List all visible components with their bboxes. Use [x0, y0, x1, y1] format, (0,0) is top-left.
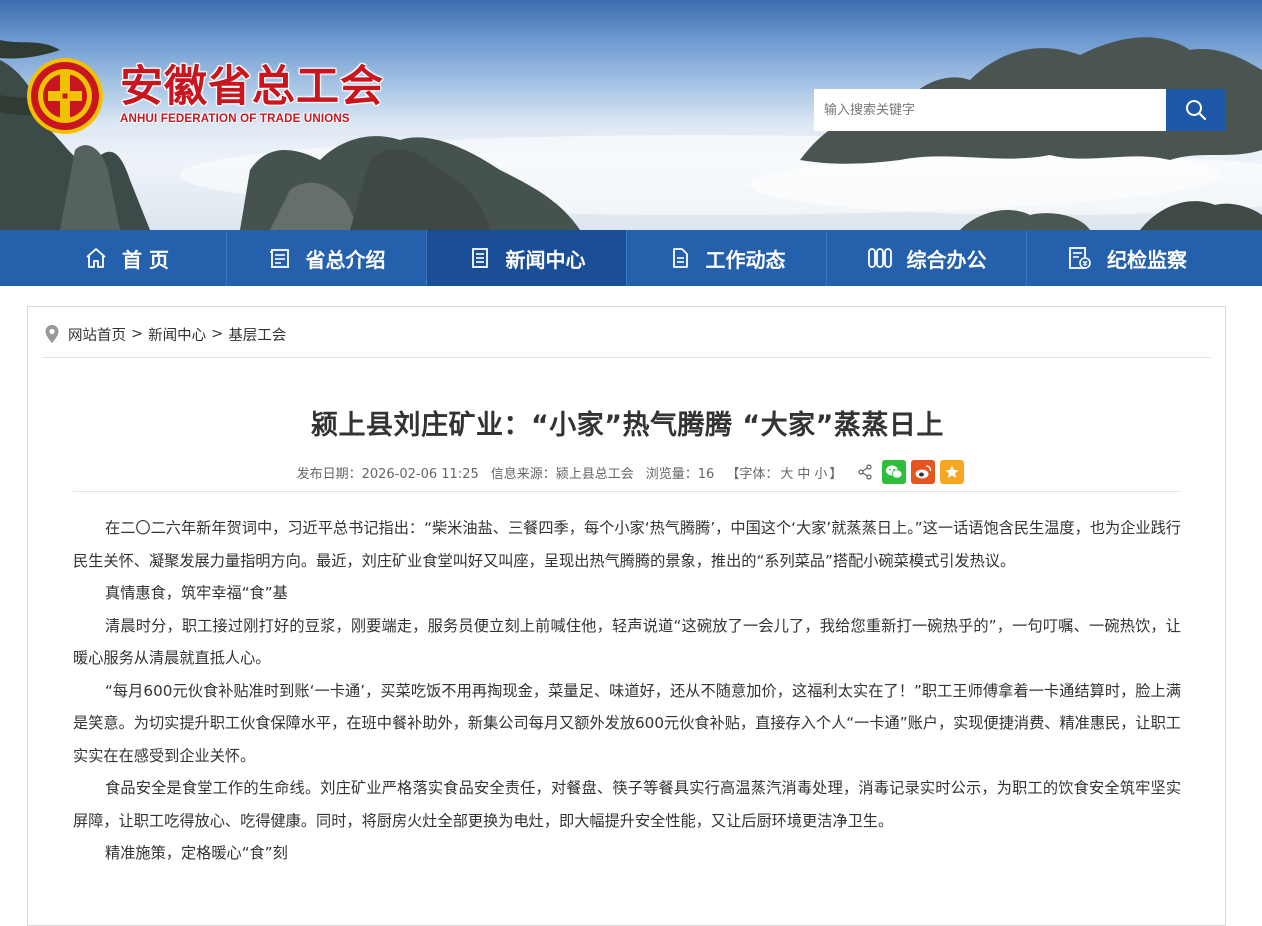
article-subheading: 真情惠食，筑牢幸福“食”基 [105, 584, 288, 602]
article-paragraph: 清晨时分，职工接过刚打好的豆浆，刚要端走，服务员便立刻上前喊住他，轻声说道“这碗… [73, 616, 1181, 668]
wechat-icon [886, 465, 903, 479]
share-weibo-button[interactable] [911, 460, 936, 484]
org-name-en: ANHUI FEDERATION OF TRADE UNIONS [120, 113, 350, 125]
view-count: 浏览量：16 [645, 466, 715, 482]
article-title: 颍上县刘庄矿业：“小家”热气腾腾 “大家”蒸蒸日上 [311, 410, 944, 441]
main-nav: 首 页 省总介绍 新闻中心 工作动态 综合办公 ¥ 纪检监察 [0, 230, 1262, 286]
divider [42, 357, 1211, 358]
nav-label: 纪检监察 [1107, 247, 1187, 272]
share-wechat-button[interactable] [882, 460, 907, 484]
share-qzone-button[interactable] [940, 460, 965, 484]
article-paragraph: “每月600元伙食补贴准时到账‘一卡通’，买菜吃饭不用再掏现金，菜量足、味道好，… [73, 681, 1181, 765]
article-panel: 网站首页 > 新闻中心 > 基层工会 颍上县刘庄矿业：“小家”热气腾腾 “大家”… [27, 306, 1226, 926]
breadcrumb-grassroots[interactable]: 基层工会 [228, 324, 286, 345]
article-subheading: 精准施策，定格暖心“食”刻 [105, 844, 288, 862]
nav-item-work[interactable]: 工作动态 [627, 230, 827, 286]
news-icon [471, 248, 488, 268]
document-icon [672, 248, 688, 268]
font-size-medium[interactable]: 中 [797, 467, 810, 482]
breadcrumb-news[interactable]: 新闻中心 [148, 324, 206, 345]
office-icon [867, 248, 892, 268]
font-size-suffix: 】 [829, 466, 843, 482]
home-icon [86, 248, 106, 268]
trade-union-emblem-icon [27, 58, 103, 134]
weibo-icon [915, 465, 932, 479]
breadcrumb-separator: > [211, 326, 224, 342]
nav-label: 新闻中心 [505, 247, 586, 272]
share-button[interactable] [853, 460, 877, 484]
intro-icon [269, 249, 289, 268]
qzone-icon [945, 465, 960, 478]
location-pin-icon [45, 325, 59, 343]
nav-label: 综合办公 [906, 247, 987, 272]
article-paragraph: 在二〇二六年新年贺词中，习近平总书记指出：“柴米油盐、三餐四季，每个小家‘热气腾… [73, 519, 1181, 570]
font-size-small[interactable]: 小 [814, 467, 827, 482]
breadcrumb: 网站首页 > 新闻中心 > 基层工会 [44, 323, 286, 345]
search-icon [1186, 100, 1207, 121]
nav-label: 首 页 [122, 247, 169, 272]
search-input[interactable] [814, 89, 1166, 131]
org-name-cn: 安徽省总工会 [120, 62, 384, 112]
search-box [814, 89, 1226, 131]
font-size-prefix: 【字体： [726, 466, 779, 482]
nav-item-home[interactable]: 首 页 [27, 230, 227, 286]
nav-label: 省总介绍 [305, 247, 386, 272]
breadcrumb-home[interactable]: 网站首页 [68, 324, 126, 345]
breadcrumb-separator: > [131, 326, 144, 342]
nav-item-supervision[interactable]: ¥ 纪检监察 [1027, 230, 1227, 286]
divider [73, 491, 1181, 492]
nav-item-intro[interactable]: 省总介绍 [227, 230, 427, 286]
publish-date: 发布日期：2026-02-06 11:25 [296, 466, 479, 482]
font-size-control: 【字体：大中小】 [726, 463, 842, 482]
article-body: 在二〇二六年新年贺词中，习近平总书记指出：“柴米油盐、三餐四季，每个小家‘热气腾… [73, 512, 1181, 870]
share-icon [858, 464, 873, 480]
article-paragraph: 食品安全是食堂工作的生命线。刘庄矿业严格落实食品安全责任，对餐盘、筷子等餐具实行… [73, 779, 1181, 830]
info-source: 信息来源：颍上县总工会 [490, 466, 634, 482]
font-size-large[interactable]: 大 [780, 467, 793, 482]
nav-item-office[interactable]: 综合办公 [827, 230, 1027, 286]
article-meta: 发布日期：2026-02-06 11:25 信息来源：颍上县总工会 浏览量：16… [28, 459, 1227, 485]
search-button[interactable] [1166, 89, 1226, 131]
nav-item-news[interactable]: 新闻中心 [427, 230, 627, 286]
nav-label: 工作动态 [705, 247, 786, 272]
header-banner: 安徽省总工会 ANHUI FEDERATION OF TRADE UNIONS [0, 0, 1262, 230]
svg-text:¥: ¥ [1083, 260, 1088, 268]
supervision-icon: ¥ [1069, 247, 1091, 269]
